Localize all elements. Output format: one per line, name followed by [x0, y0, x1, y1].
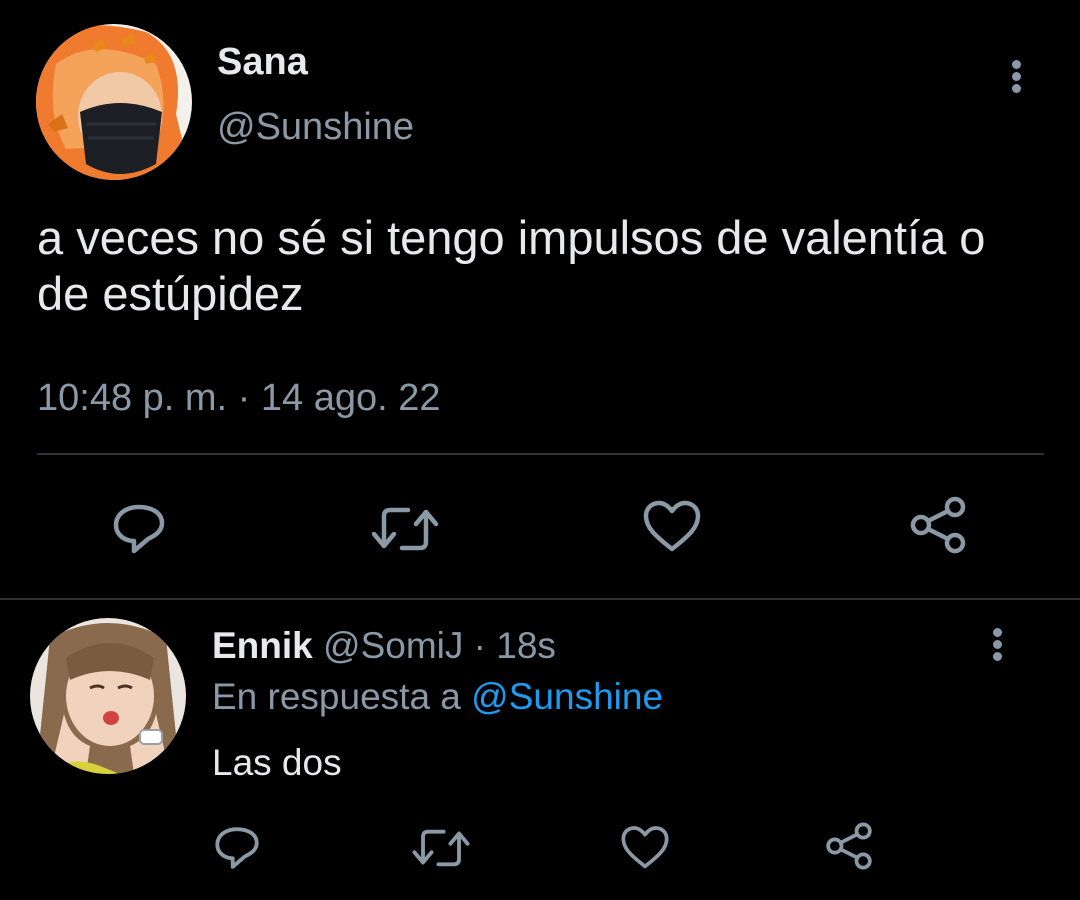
reply-author-handle[interactable]: @SomiJ — [323, 625, 463, 666]
reply-reply-button[interactable] — [207, 818, 267, 878]
tweet-timestamp[interactable]: 10:48 p. m. · 14 ago. 22 — [37, 375, 441, 421]
avatar-image — [36, 24, 192, 180]
author-handle[interactable]: @Sunshine — [217, 104, 414, 150]
share-icon — [910, 496, 966, 554]
reply-to-mention[interactable]: @Sunshine — [471, 676, 663, 717]
more-options-icon[interactable] — [1004, 56, 1030, 96]
reply-text: Las dos — [212, 742, 342, 783]
like-icon — [643, 500, 701, 552]
reply-button[interactable] — [104, 494, 174, 564]
section-divider — [0, 598, 1080, 600]
retweet-icon — [412, 829, 470, 867]
reply-author-display-name[interactable]: Ennik — [212, 625, 313, 666]
like-icon — [621, 826, 669, 869]
reply-time: · 18s — [473, 625, 556, 666]
tweet-text: a veces no sé si tengo impulsos de valen… — [37, 211, 986, 320]
like-button[interactable] — [637, 492, 707, 562]
author-avatar[interactable] — [36, 24, 192, 180]
reply-icon — [113, 504, 165, 554]
reply-more-options-icon[interactable] — [985, 624, 1011, 664]
reply-to-prefix: En respuesta a — [212, 676, 461, 717]
avatar-image — [30, 618, 186, 774]
retweet-icon — [371, 507, 439, 551]
reply-share-button[interactable] — [819, 816, 879, 876]
reply-retweet-button[interactable] — [411, 818, 471, 878]
divider — [37, 453, 1044, 455]
reply-context: En respuesta a @Sunshine — [212, 675, 663, 719]
author-display-name[interactable]: Sana — [217, 40, 308, 84]
retweet-button[interactable] — [370, 494, 440, 564]
reply-icon — [215, 827, 259, 869]
reply-like-button[interactable] — [615, 818, 675, 878]
reply-header: Ennik @SomiJ · 18s — [212, 624, 556, 668]
share-button[interactable] — [903, 490, 973, 560]
reply-author-avatar[interactable] — [30, 618, 186, 774]
share-icon — [826, 822, 872, 870]
